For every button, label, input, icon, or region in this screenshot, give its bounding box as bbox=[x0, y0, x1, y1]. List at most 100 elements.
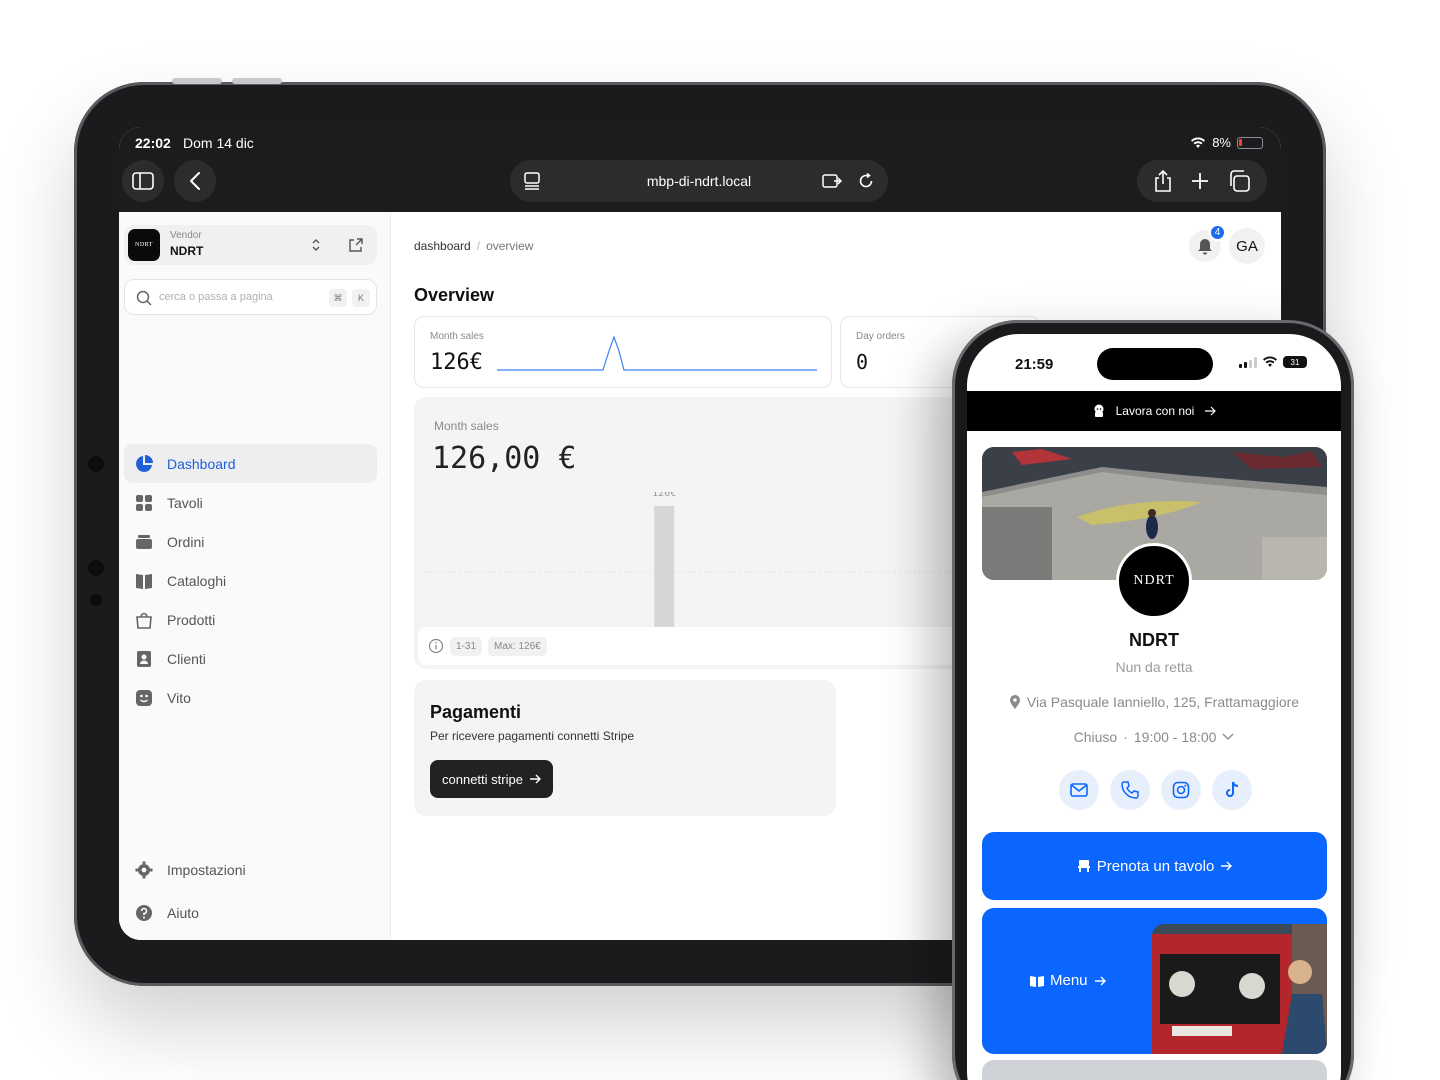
restaurant-address[interactable]: Via Pasquale Ianniello, 125, Frattamaggi… bbox=[967, 694, 1341, 710]
sidebar-item-tavoli[interactable]: Tavoli bbox=[124, 483, 377, 522]
sidebar-item-prodotti[interactable]: Prodotti bbox=[124, 600, 377, 639]
browser-toolbar: 22:02 Dom 14 dic 8% mbp-di-ndrt.local bbox=[119, 127, 1281, 212]
phone-button[interactable] bbox=[1110, 770, 1150, 810]
info-icon[interactable] bbox=[428, 638, 444, 654]
arrow-right-icon bbox=[1205, 406, 1217, 416]
sparkline bbox=[497, 335, 817, 371]
chart-bar[interactable] bbox=[654, 506, 675, 627]
vendor-switcher[interactable]: NDRT Vendor NDRT bbox=[124, 225, 377, 265]
menu-photo bbox=[1152, 924, 1327, 1054]
plus-icon[interactable] bbox=[1191, 172, 1209, 190]
restaurant-tagline: Nun da retta bbox=[1115, 659, 1193, 675]
sidebar-item-label: Clienti bbox=[167, 650, 206, 667]
sidebar-item-label: Ordini bbox=[167, 533, 205, 550]
connect-stripe-button[interactable]: connetti stripe bbox=[430, 760, 553, 798]
sidebar-item-clienti[interactable]: Clienti bbox=[124, 639, 377, 678]
status-date: Dom 14 dic bbox=[183, 135, 254, 151]
arrow-right-icon bbox=[529, 774, 541, 784]
next-card-preview bbox=[982, 1060, 1327, 1080]
chevron-down-icon bbox=[1222, 733, 1234, 740]
tiktok-button[interactable] bbox=[1212, 770, 1252, 810]
email-button[interactable] bbox=[1059, 770, 1099, 810]
payments-subtitle: Per ricevere pagamenti connetti Stripe bbox=[430, 729, 635, 743]
status-indicators: 31 bbox=[1239, 356, 1307, 368]
tabs-icon[interactable] bbox=[1228, 170, 1250, 192]
sidebar-nav: Dashboard Tavoli Ordini Cataloghi Prodot… bbox=[124, 444, 377, 717]
notification-badge: 4 bbox=[1209, 224, 1226, 241]
dynamic-island bbox=[1097, 348, 1213, 380]
address-text: Via Pasquale Ianniello, 125, Frattamaggi… bbox=[1026, 694, 1300, 710]
contacts-icon bbox=[134, 649, 154, 669]
sidebar-item-label: Prodotti bbox=[167, 611, 216, 628]
vendor-label: Vendor bbox=[170, 230, 202, 241]
phone-icon bbox=[1121, 781, 1139, 799]
shortcut-cmd: ⌘ bbox=[329, 289, 347, 307]
external-link-icon[interactable] bbox=[348, 238, 363, 253]
sidebar-item-label: Dashboard bbox=[167, 455, 236, 472]
avatar[interactable]: GA bbox=[1229, 228, 1265, 264]
payments-title: Pagamenti bbox=[430, 702, 522, 722]
sidebar-toggle-button[interactable] bbox=[122, 160, 164, 202]
breadcrumb-root[interactable]: dashboard bbox=[414, 239, 471, 253]
face-icon bbox=[134, 688, 154, 708]
jobs-banner[interactable]: Lavora con noi bbox=[967, 391, 1341, 431]
status-time: 21:59 bbox=[1015, 356, 1054, 373]
grid-icon bbox=[134, 493, 154, 513]
hours-range: 19:00 - 18:00 bbox=[1133, 729, 1217, 745]
battery-percent: 8% bbox=[1212, 135, 1231, 150]
page-title: Overview bbox=[414, 285, 495, 305]
range-chip: 1-31 bbox=[450, 636, 483, 656]
sidebar-item-label: Impostazioni bbox=[167, 861, 246, 878]
back-button[interactable] bbox=[174, 160, 216, 202]
sidebar-bottom-nav: Impostazioni Aiuto bbox=[124, 848, 377, 934]
chart-total: 126,00 € bbox=[432, 441, 577, 476]
chart-label: Month sales bbox=[434, 419, 499, 433]
sidebar-item-label: Cataloghi bbox=[167, 572, 227, 589]
sidebar-item-cataloghi[interactable]: Cataloghi bbox=[124, 561, 377, 600]
reload-icon[interactable] bbox=[858, 173, 874, 189]
button-label: connetti stripe bbox=[442, 771, 523, 787]
url-text: mbp-di-ndrt.local bbox=[646, 173, 752, 189]
status-indicators: 8% bbox=[1190, 135, 1263, 150]
iphone-screen: 21:59 31 Lavora con noi NDRT NDRT Nun da… bbox=[967, 334, 1341, 1080]
hours-separator: · bbox=[1123, 729, 1128, 745]
stat-label: Month sales bbox=[430, 331, 484, 342]
bag-icon bbox=[134, 610, 154, 630]
tab-actions bbox=[1137, 160, 1267, 202]
instagram-button[interactable] bbox=[1161, 770, 1201, 810]
battery-icon bbox=[1237, 136, 1263, 149]
stat-value: 0 bbox=[856, 350, 869, 374]
stat-card-month-sales[interactable]: Month sales 126€ bbox=[414, 316, 832, 388]
sidebar-item-ordini[interactable]: Ordini bbox=[124, 522, 377, 561]
battery-icon: 31 bbox=[1283, 356, 1307, 368]
gear-icon bbox=[134, 860, 154, 880]
sidebar-item-aiuto[interactable]: Aiuto bbox=[124, 891, 377, 934]
menu-label-group: Menu bbox=[1030, 972, 1106, 989]
breadcrumb: dashboard / overview bbox=[414, 239, 533, 253]
opening-hours[interactable]: Chiuso · 19:00 - 18:00 bbox=[967, 729, 1341, 745]
sidebar-item-vito[interactable]: Vito bbox=[124, 678, 377, 717]
search-input[interactable]: cerca o passa a pagina ⌘ K bbox=[124, 279, 377, 315]
chef-icon bbox=[1094, 404, 1104, 417]
reader-icon[interactable] bbox=[822, 173, 842, 189]
bar-chart-svg: 126€ bbox=[424, 492, 964, 627]
address-bar[interactable]: mbp-di-ndrt.local bbox=[510, 160, 888, 202]
sidebar-item-dashboard[interactable]: Dashboard bbox=[124, 444, 377, 483]
button-label: Prenota un tavolo bbox=[1096, 857, 1215, 875]
menu-button[interactable]: Menu bbox=[982, 908, 1327, 1054]
breadcrumb-current: overview bbox=[486, 239, 534, 253]
stat-label: Day orders bbox=[856, 331, 905, 342]
social-links bbox=[1059, 770, 1252, 810]
notifications-button[interactable]: 4 bbox=[1189, 224, 1226, 262]
camera-lens bbox=[90, 594, 102, 606]
signal-icon bbox=[1239, 356, 1257, 368]
share-icon[interactable] bbox=[1154, 170, 1172, 192]
sidebar-item-impostazioni[interactable]: Impostazioni bbox=[124, 848, 377, 891]
volume-button bbox=[232, 78, 282, 84]
tray-icon bbox=[134, 532, 154, 552]
page-menu-icon bbox=[524, 172, 540, 190]
reserve-table-button[interactable]: Prenota un tavolo bbox=[982, 832, 1327, 900]
status-time: 22:02 bbox=[135, 135, 171, 151]
arrow-right-icon bbox=[1221, 861, 1233, 871]
breadcrumb-separator: / bbox=[476, 239, 481, 253]
